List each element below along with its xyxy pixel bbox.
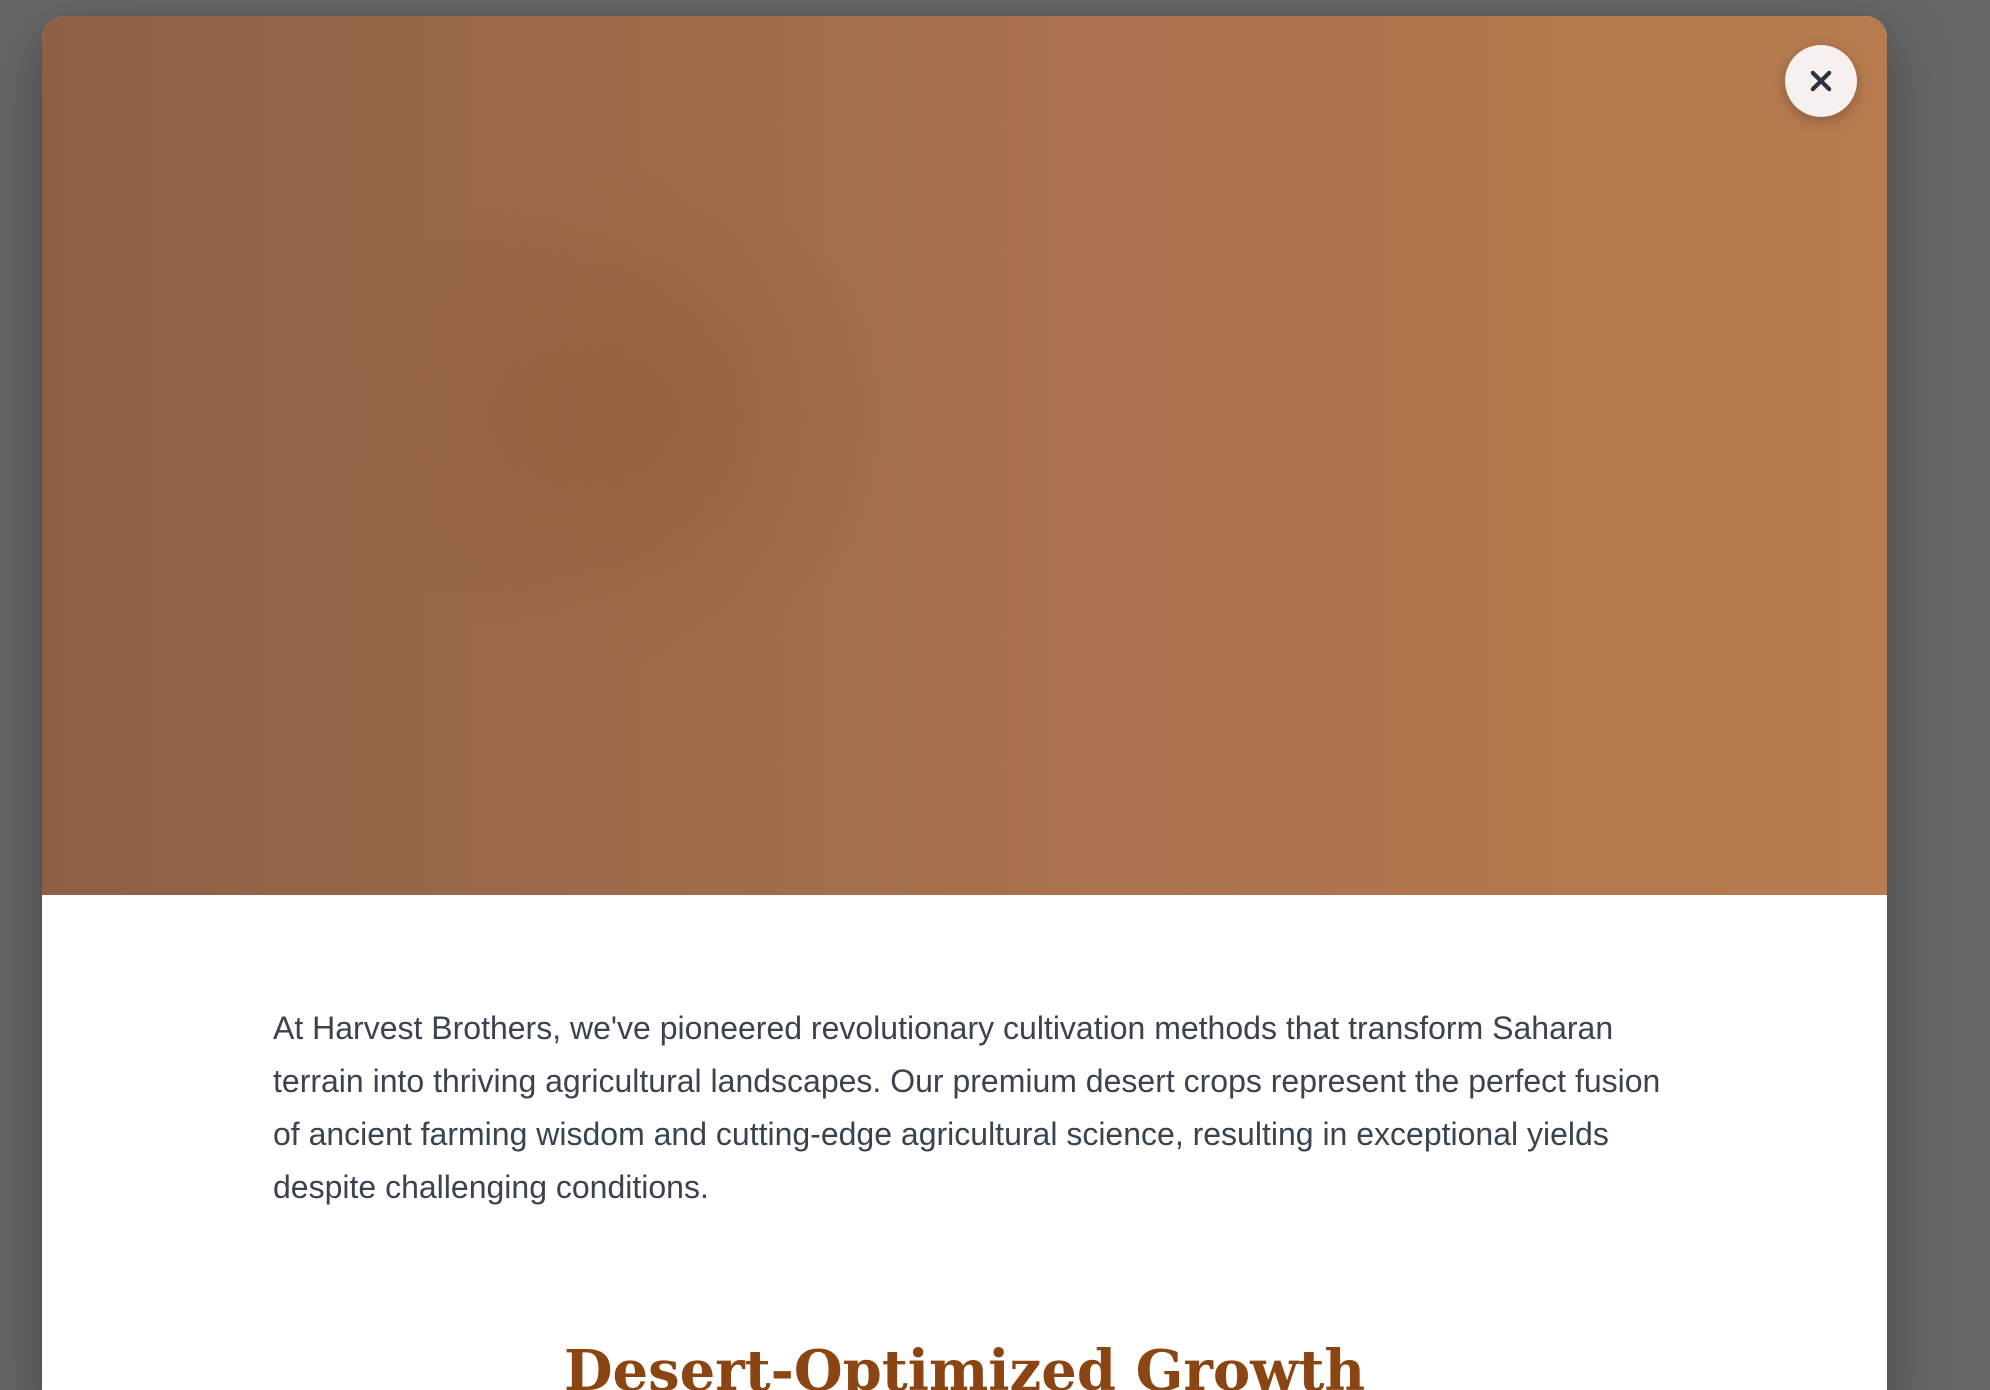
section-title: Desert-Optimized Growth: [563, 1338, 1366, 1390]
hero-image: [42, 16, 1887, 895]
modal-content: At Harvest Brothers, we've pioneered rev…: [42, 895, 1887, 1390]
product-detail-modal: At Harvest Brothers, we've pioneered rev…: [42, 16, 1887, 1390]
close-icon: [1810, 70, 1832, 92]
intro-paragraph: At Harvest Brothers, we've pioneered rev…: [273, 1010, 1661, 1205]
close-button[interactable]: [1785, 45, 1857, 117]
